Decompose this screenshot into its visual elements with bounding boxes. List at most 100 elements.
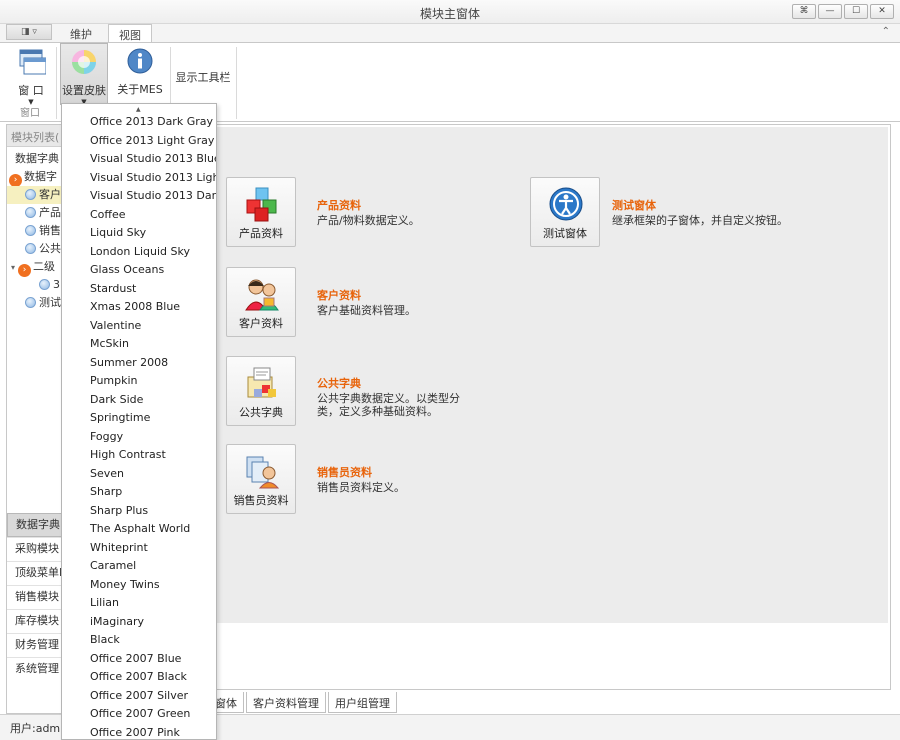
window-icon <box>19 49 47 75</box>
tab-view[interactable]: 视图 <box>108 24 152 42</box>
maximize-button[interactable]: ☐ <box>844 4 868 19</box>
node-icon <box>39 279 50 290</box>
skin-menu-item[interactable]: Office 2007 Silver <box>62 687 216 706</box>
tree-item[interactable]: › 数据字 <box>7 168 62 187</box>
tree-item-selected[interactable]: 客户 <box>7 186 62 204</box>
test-form-tile[interactable]: 测试窗体 <box>530 177 600 247</box>
skin-menu-item[interactable]: Coffee <box>62 206 216 225</box>
nav-top-menu[interactable]: 顶级菜单I <box>7 561 62 585</box>
restore-layout-button[interactable]: ⌘ <box>792 4 816 19</box>
salesperson-data-desc: 销售员资料定义。 <box>317 481 405 494</box>
skin-menu-item[interactable]: Valentine <box>62 317 216 336</box>
skin-menu-item[interactable]: London Liquid Sky <box>62 243 216 262</box>
skin-menu-item[interactable]: High Contrast <box>62 446 216 465</box>
minimize-button[interactable]: — <box>818 4 842 19</box>
show-toolbar-label: 显示工具栏 <box>175 71 231 84</box>
skin-menu-item[interactable]: Office 2007 Green <box>62 705 216 724</box>
ribbon-tabs: ◨ ▿ 维护 视图 ⌃ <box>0 24 900 42</box>
skin-menu-item[interactable]: Seven <box>62 465 216 484</box>
menu-caret-icon: ▲ <box>136 106 141 113</box>
tree-item[interactable]: 3 <box>7 276 62 294</box>
node-icon <box>25 297 36 308</box>
skin-menu-item[interactable]: Black <box>62 631 216 650</box>
group-label-window: 窗口 <box>20 108 40 119</box>
tab-user-group-management[interactable]: 用户组管理 <box>328 692 397 713</box>
nav-inventory[interactable]: 库存模块 <box>7 609 62 633</box>
tab-maintain[interactable]: 维护 <box>60 24 102 42</box>
product-data-title[interactable]: 产品资料 <box>317 197 361 213</box>
skin-menu-item[interactable]: Lilian <box>62 594 216 613</box>
ribbon-separator <box>236 47 237 119</box>
module-list-header: 模块列表( <box>7 125 62 147</box>
window-controls: ⌘ — ☐ ✕ <box>792 4 894 19</box>
node-icon <box>25 189 36 200</box>
skin-menu-item[interactable]: Money Twins <box>62 576 216 595</box>
skin-menu-item[interactable]: The Asphalt World <box>62 520 216 539</box>
skin-menu-item[interactable]: Sharp Plus <box>62 502 216 521</box>
public-dictionary-tile[interactable]: 公共字典 <box>226 356 296 426</box>
salesperson-data-tile[interactable]: 销售员资料 <box>226 444 296 514</box>
dictionary-icon <box>247 367 276 398</box>
salesperson-data-title[interactable]: 销售员资料 <box>317 464 372 480</box>
title-bar: 模块主窗体 ⌘ — ☐ ✕ <box>0 0 900 24</box>
tree-item[interactable]: 产品 <box>7 204 62 222</box>
product-data-tile[interactable]: 产品资料 <box>226 177 296 247</box>
public-dictionary-tile-label: 公共字典 <box>239 406 283 419</box>
tree-item[interactable]: ▾ › 二级 <box>7 258 62 277</box>
customer-data-tile[interactable]: 客户资料 <box>226 267 296 337</box>
collapse-ribbon-icon[interactable]: ⌃ <box>882 26 890 37</box>
skin-menu-item[interactable]: Office 2007 Blue <box>62 650 216 669</box>
close-button[interactable]: ✕ <box>870 4 894 19</box>
skin-menu-item[interactable]: Visual Studio 2013 Dark <box>62 187 216 206</box>
show-toolbar-button[interactable]: 显示工具栏 <box>174 67 232 87</box>
test-form-title[interactable]: 测试窗体 <box>612 197 656 213</box>
skin-menu-item[interactable]: Office 2007 Black <box>62 668 216 687</box>
customer-data-title[interactable]: 客户资料 <box>317 287 361 303</box>
tree-item[interactable]: 销售 <box>7 222 62 240</box>
public-dictionary-title[interactable]: 公共字典 <box>317 375 361 391</box>
skin-menu-item[interactable]: Visual Studio 2013 Blue <box>62 150 216 169</box>
set-skin-button[interactable]: 设置皮肤 ▼ <box>60 43 108 106</box>
ribbon-separator <box>56 47 57 119</box>
skin-menu-item[interactable]: Glass Oceans <box>62 261 216 280</box>
skin-menu-item[interactable]: Stardust <box>62 280 216 299</box>
skin-menu-item[interactable]: Foggy <box>62 428 216 447</box>
nav-data-dictionary[interactable]: 数据字典 <box>7 513 62 537</box>
tree-item[interactable]: 公共 <box>7 240 62 258</box>
skin-menu-item[interactable]: Caramel <box>62 557 216 576</box>
nav-purchase[interactable]: 采购模块 <box>7 537 62 561</box>
skin-menu-item[interactable]: Visual Studio 2013 Light <box>62 169 216 188</box>
skin-menu-item[interactable]: Pumpkin <box>62 372 216 391</box>
about-mes-button[interactable]: 关于MES <box>114 43 166 105</box>
skin-menu-item[interactable]: McSkin <box>62 335 216 354</box>
node-icon <box>25 225 36 236</box>
test-form-tile-label: 测试窗体 <box>543 227 587 240</box>
product-data-desc: 产品/物料数据定义。 <box>317 214 420 227</box>
skin-menu-item[interactable]: Office 2013 Light Gray <box>62 132 216 151</box>
skin-menu-item[interactable]: Xmas 2008 Blue <box>62 298 216 317</box>
customers-icon <box>245 279 279 311</box>
node-icon <box>25 243 36 254</box>
tree-root[interactable]: 数据字典 <box>7 150 62 168</box>
skin-menu-item[interactable]: Office 2013 Dark Gray <box>62 113 216 132</box>
window-button[interactable]: 窗 口 ▼ <box>8 43 54 106</box>
skin-menu-item[interactable]: Office 2007 Pink <box>62 724 216 740</box>
application-menu-button[interactable]: ◨ ▿ <box>6 24 52 40</box>
tree-item[interactable]: 测试 <box>7 294 62 312</box>
nav-finance[interactable]: 财务管理 <box>7 633 62 657</box>
nav-system[interactable]: 系统管理 <box>7 657 62 681</box>
product-data-tile-label: 产品资料 <box>239 227 283 240</box>
tab-customer-management[interactable]: 客户资料管理 <box>246 692 326 713</box>
customer-data-desc: 客户基础资料管理。 <box>317 304 416 317</box>
skin-menu-item[interactable]: Liquid Sky <box>62 224 216 243</box>
about-mes-label: 关于MES <box>117 83 163 96</box>
window-button-label: 窗 口 <box>18 84 44 97</box>
skin-menu-item[interactable]: Sharp <box>62 483 216 502</box>
set-skin-label: 设置皮肤 <box>62 84 106 97</box>
skin-menu-item[interactable]: Springtime <box>62 409 216 428</box>
skin-menu-item[interactable]: Whiteprint <box>62 539 216 558</box>
skin-menu-item[interactable]: Summer 2008 <box>62 354 216 373</box>
nav-sales[interactable]: 销售模块 <box>7 585 62 609</box>
skin-menu-item[interactable]: Dark Side <box>62 391 216 410</box>
skin-menu-item[interactable]: iMaginary <box>62 613 216 632</box>
